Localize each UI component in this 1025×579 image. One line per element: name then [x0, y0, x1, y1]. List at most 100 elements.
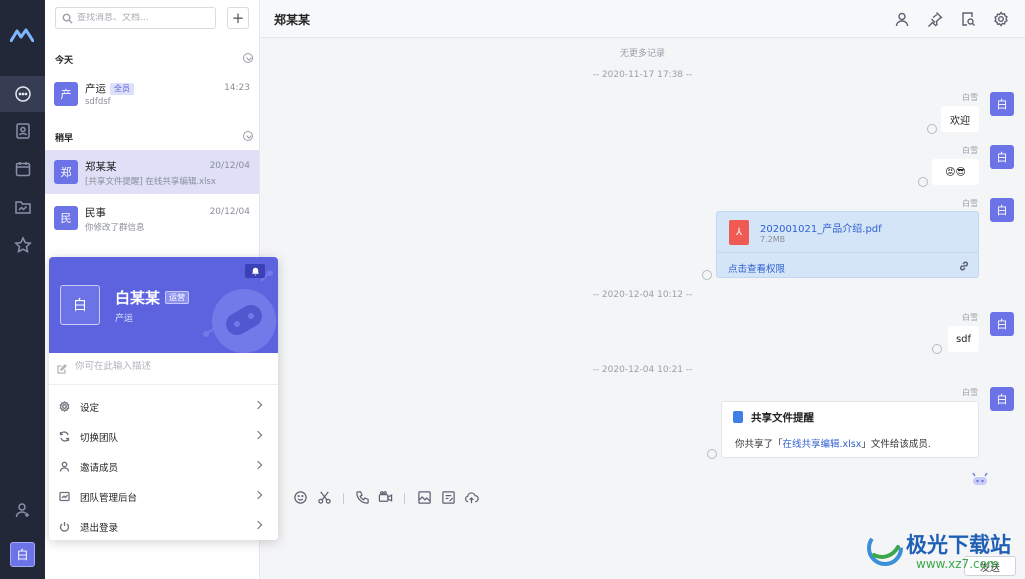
rail-messages[interactable]: [0, 76, 45, 112]
avatar: 白: [990, 145, 1014, 169]
share-text-prefix: 你共享了「: [735, 439, 783, 450]
menu-invite-members[interactable]: 邀请成员: [49, 451, 278, 481]
menu-switch-team[interactable]: 切换团队: [49, 421, 278, 451]
conversation-preview: 你修改了群信息: [85, 223, 145, 233]
image-button[interactable]: [417, 490, 433, 506]
sender-name: 白雪: [962, 93, 978, 102]
avatar: 白: [990, 387, 1014, 411]
site-watermark: 极光下载站 www.xz7.com: [858, 525, 1023, 577]
file-message-card[interactable]: ⅄ 202001021_产品介绍.pdf 7.2MB 点击查看权限: [716, 211, 979, 278]
watermark-logo-icon: [867, 530, 903, 566]
upload-button[interactable]: [464, 490, 480, 506]
divider: [404, 493, 405, 504]
view-permission-link[interactable]: 点击查看权限: [728, 261, 785, 275]
share-reminder-title: 共享文件提醒: [751, 412, 814, 424]
description-input[interactable]: [75, 361, 265, 372]
sender-name: 白雪: [962, 313, 978, 322]
notification-button[interactable]: [245, 264, 265, 278]
image-icon: [418, 491, 431, 504]
search-box[interactable]: [55, 7, 216, 29]
pin-button[interactable]: [927, 11, 943, 27]
robot-assistant-icon[interactable]: [971, 471, 989, 487]
copy-link-button[interactable]: [958, 260, 970, 272]
contacts-icon: [15, 123, 30, 139]
profile-avatar[interactable]: 白: [60, 285, 100, 325]
avatar: 白: [990, 92, 1014, 116]
message-bubble[interactable]: 😡😎: [932, 159, 979, 185]
watermark-text: 极光下载站: [906, 533, 1011, 557]
menu-logout[interactable]: 退出登录: [49, 511, 278, 540]
folder-icon: [14, 201, 31, 214]
chat-header: 郑某某: [260, 0, 1025, 38]
rail-add-user[interactable]: [0, 492, 45, 528]
scissors-icon: [318, 491, 331, 504]
profile-team: 产运: [115, 314, 134, 324]
collapse-today-icon[interactable]: [243, 53, 253, 63]
switch-icon: [59, 431, 70, 442]
edit-icon: [57, 364, 67, 374]
conversation-item[interactable]: 产 产运 全员 14:23 sdfdsf: [45, 72, 259, 116]
rail-calendar[interactable]: [0, 151, 45, 187]
member-info-button[interactable]: [894, 11, 910, 27]
my-avatar-button[interactable]: 白: [10, 542, 35, 567]
rail-files[interactable]: [0, 189, 45, 225]
shared-file-link[interactable]: 在线共享编辑.xlsx: [783, 439, 862, 450]
rail-contacts[interactable]: [0, 113, 45, 149]
timestamp-divider: -- 2020-11-17 17:38 --: [592, 70, 693, 80]
search-icon: [62, 13, 73, 24]
timestamp-divider: -- 2020-12-04 10:21 --: [592, 365, 693, 375]
conversation-item[interactable]: 郑 郑某某 20/12/04 [共享文件提醒] 在线共享编辑.xlsx: [45, 150, 259, 194]
message-bubble[interactable]: 欢迎: [941, 106, 979, 132]
collapse-earlier-icon[interactable]: [243, 131, 253, 141]
settings-button[interactable]: [993, 11, 1009, 27]
video-icon: [378, 491, 393, 502]
conversation-time: 20/12/04: [209, 207, 250, 217]
rail-favorites[interactable]: [0, 227, 45, 263]
video-call-button[interactable]: [378, 490, 394, 506]
link-icon: [959, 261, 969, 271]
pin-icon: [928, 12, 943, 27]
message-bubble[interactable]: sdf: [948, 326, 979, 352]
avatar: 白: [990, 198, 1014, 222]
avatar: 白: [990, 312, 1014, 336]
user-icon: [895, 12, 909, 27]
search-input[interactable]: [77, 13, 207, 23]
file-name[interactable]: 202001021_产品介绍.pdf: [760, 220, 882, 235]
conversation-name: 民事: [85, 207, 106, 219]
document-button[interactable]: [441, 490, 457, 506]
no-more-records: 无更多记录: [619, 49, 665, 59]
chat-panel: 郑某某 无更多记录 -- 2020-11-17 17:38 -- 白雪 白 欢迎…: [260, 0, 1025, 579]
menu-team-admin[interactable]: 团队管理后台: [49, 481, 278, 511]
description-field[interactable]: [49, 353, 278, 385]
chevron-right-icon: [253, 490, 263, 500]
sender-name: 白雪: [962, 199, 978, 208]
share-reminder-card[interactable]: 共享文件提醒 你共享了「在线共享编辑.xlsx」文件给该成员.: [721, 401, 979, 458]
add-user-icon: [15, 503, 29, 518]
menu-settings[interactable]: 设定: [49, 391, 278, 421]
emoji-button[interactable]: [293, 490, 309, 506]
read-status-icon: [932, 344, 942, 354]
conversation-preview: sdfdsf: [85, 97, 111, 107]
sender-name: 白雪: [962, 388, 978, 397]
search-history-button[interactable]: [960, 11, 976, 27]
menu-label: 退出登录: [80, 523, 119, 534]
screenshot-button[interactable]: [317, 490, 333, 506]
avatar: 民: [54, 206, 78, 230]
gear-icon: [994, 11, 1008, 27]
divider: [343, 493, 344, 504]
menu-label: 团队管理后台: [80, 493, 138, 504]
chevron-right-icon: [253, 460, 263, 470]
role-badge: 运营: [165, 291, 190, 304]
read-status-icon: [918, 177, 928, 187]
voice-call-button[interactable]: [355, 490, 371, 506]
add-button[interactable]: +: [227, 7, 249, 29]
avatar: 产: [54, 82, 78, 106]
chat-bubble-icon: [14, 86, 31, 102]
conversation-time: 20/12/04: [209, 161, 250, 171]
document-icon: [733, 411, 743, 423]
robot-illustration: [203, 271, 276, 353]
chevron-right-icon: [253, 520, 263, 530]
conversation-item[interactable]: 民 民事 20/12/04 你修改了群信息: [45, 196, 259, 240]
star-icon: [13, 236, 32, 254]
read-status-icon: [707, 449, 717, 459]
